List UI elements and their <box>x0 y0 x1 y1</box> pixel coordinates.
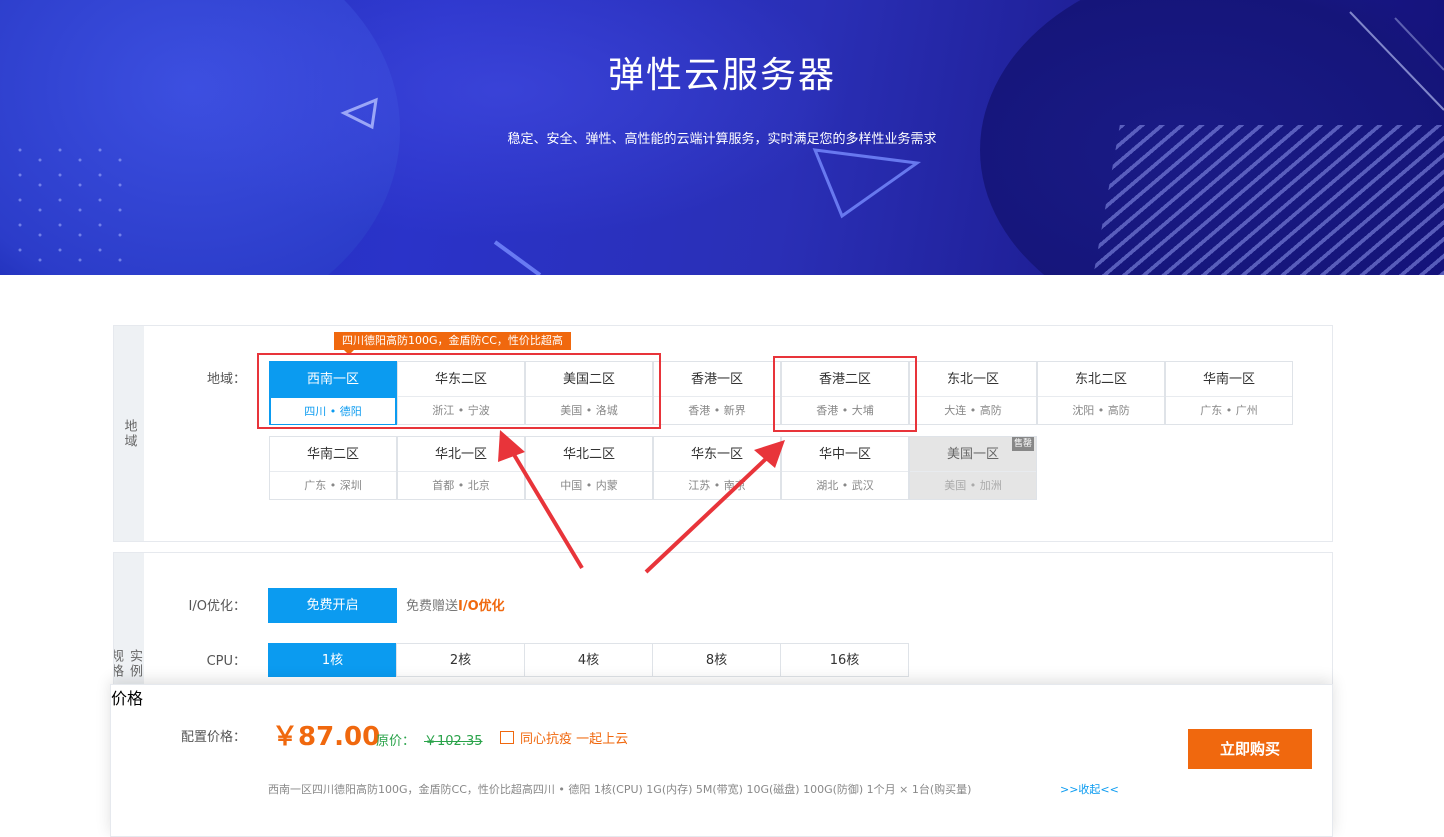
price-side-label: 价格 <box>111 689 144 708</box>
io-note-prefix: 免费赠送 <box>406 599 459 614</box>
cpu-row-label: CPU： <box>206 654 246 669</box>
cpu-option[interactable]: 4核 <box>524 643 653 677</box>
region-name: 香港一区 <box>654 362 780 397</box>
gift-icon <box>500 731 514 744</box>
region-row-label: 地域： <box>206 372 246 387</box>
region-location: 湖北 • 武汉 <box>816 479 874 492</box>
region-side-label: 地域 <box>114 326 144 541</box>
region-location: 大连 • 高防 <box>944 404 1002 417</box>
cpu-option[interactable]: 1核 <box>268 643 397 677</box>
region-option[interactable]: 华北二区中国 • 内蒙 <box>525 436 653 500</box>
region-option[interactable]: 香港一区香港 • 新界 <box>653 361 781 425</box>
region-option: 美国一区 美国 • 加洲 售罄 <box>909 436 1037 500</box>
region-name: 华北二区 <box>526 437 652 472</box>
collapse-link[interactable]: >>收起<< <box>1060 781 1119 797</box>
region-location: 香港 • 新界 <box>688 404 746 417</box>
region-option[interactable]: 华北一区首都 • 北京 <box>397 436 525 500</box>
hero-banner: 弹性云服务器 稳定、安全、弹性、高性能的云端计算服务，实时满足您的多样性业务需求 <box>0 0 1444 275</box>
region-name: 华北一区 <box>398 437 524 472</box>
cpu-option[interactable]: 16核 <box>780 643 909 677</box>
promo-text: 同心抗疫 一起上云 <box>500 728 628 747</box>
region-location: 沈阳 • 高防 <box>1072 404 1130 417</box>
config-summary: 西南一区四川德阳高防100G，金盾防CC，性价比超高四川 • 德阳 1核(CPU… <box>268 783 972 796</box>
region-name: 华东一区 <box>654 437 780 472</box>
region-option[interactable]: 华南一区广东 • 广州 <box>1165 361 1293 425</box>
region-name: 东北一区 <box>910 362 1036 397</box>
io-note-highlight: I/O优化 <box>458 599 505 614</box>
io-note: 免费赠送I/O优化 <box>406 595 505 614</box>
region-location: 首都 • 北京 <box>432 479 490 492</box>
highlight-box-southwest <box>257 353 661 429</box>
price-panel: 价格 <box>110 684 1333 837</box>
cpu-option[interactable]: 8核 <box>652 643 781 677</box>
page-subtitle: 稳定、安全、弹性、高性能的云端计算服务，实时满足您的多样性业务需求 <box>507 132 937 147</box>
region-name: 华中一区 <box>782 437 908 472</box>
page-title: 弹性云服务器 <box>607 55 836 96</box>
region-location: 广东 • 广州 <box>1200 404 1258 417</box>
region-option[interactable]: 东北一区大连 • 高防 <box>909 361 1037 425</box>
region-location: 广东 • 深圳 <box>304 479 362 492</box>
instance-side-label: 实例规格 <box>114 553 144 691</box>
orig-price: ￥102.35 <box>424 734 483 749</box>
highlight-box-hongkong <box>773 356 917 432</box>
orig-price-label: 原价： <box>376 734 416 749</box>
region-option[interactable]: 华中一区湖北 • 武汉 <box>781 436 909 500</box>
region-location: 江苏 • 南京 <box>688 479 746 492</box>
region-name: 华南一区 <box>1166 362 1292 397</box>
cpu-option[interactable]: 2核 <box>396 643 525 677</box>
region-option[interactable]: 东北二区沈阳 • 高防 <box>1037 361 1165 425</box>
current-price: ￥87.00 <box>272 722 381 752</box>
region-option[interactable]: 华南二区广东 • 深圳 <box>269 436 397 500</box>
region-location: 中国 • 内蒙 <box>560 479 618 492</box>
sold-out-badge: 售罄 <box>1011 437 1034 451</box>
promo-label: 同心抗疫 一起上云 <box>520 732 629 747</box>
region-name: 华南二区 <box>270 437 396 472</box>
io-enable-button[interactable]: 免费开启 <box>268 588 397 623</box>
price-row-label: 配置价格： <box>180 730 246 745</box>
region-location: 美国 • 加洲 <box>944 479 1002 492</box>
region-option[interactable]: 华东一区江苏 • 南京 <box>653 436 781 500</box>
region-name: 东北二区 <box>1038 362 1164 397</box>
hot-promo-tag: 四川德阳高防100G，金盾防CC，性价比超高 <box>334 332 571 355</box>
buy-now-button[interactable]: 立即购买 <box>1188 729 1312 769</box>
io-row-label: I/O优化： <box>188 599 246 614</box>
